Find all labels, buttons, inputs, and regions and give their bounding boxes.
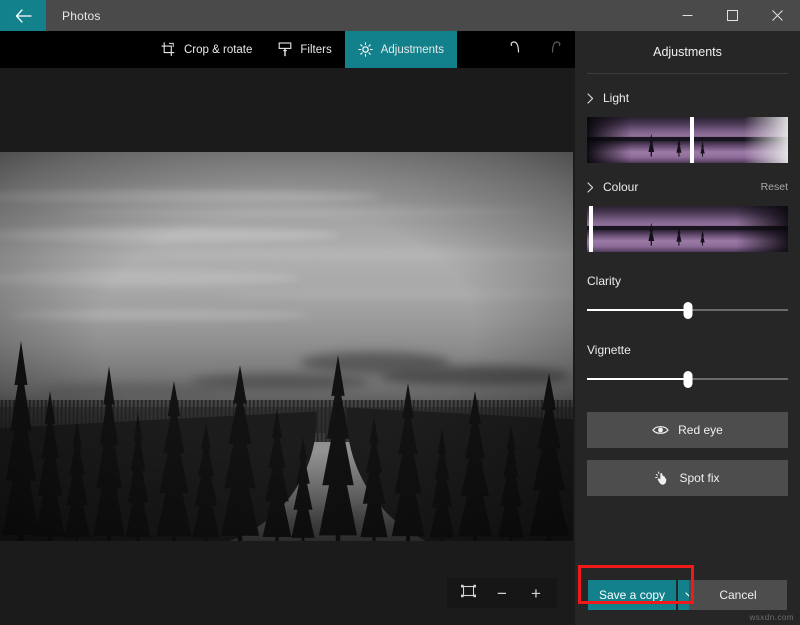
save-a-copy-group: Save a copy bbox=[588, 580, 702, 610]
vignette-slider-thumb[interactable] bbox=[683, 371, 692, 388]
window-controls bbox=[665, 0, 800, 31]
photo-stage: − + bbox=[0, 68, 575, 625]
maximize-button[interactable] bbox=[710, 0, 755, 31]
close-icon bbox=[772, 10, 783, 21]
vignette-slider-block: Vignette bbox=[587, 343, 788, 390]
colour-reset-link[interactable]: Reset bbox=[761, 181, 788, 193]
clarity-slider-block: Clarity bbox=[587, 274, 788, 321]
crop-rotate-icon bbox=[161, 42, 176, 57]
colour-slider-strip[interactable] bbox=[587, 206, 788, 252]
minimize-button[interactable] bbox=[665, 0, 710, 31]
photo-foreground-trees bbox=[0, 331, 573, 541]
red-eye-button[interactable]: Red eye bbox=[587, 412, 788, 448]
clarity-slider[interactable] bbox=[587, 299, 788, 321]
section-header-light[interactable]: Light bbox=[587, 84, 788, 112]
maximize-icon bbox=[727, 10, 738, 21]
fit-to-screen-button[interactable] bbox=[451, 578, 485, 608]
clarity-slider-thumb[interactable] bbox=[683, 302, 692, 319]
spot-fix-button[interactable]: Spot fix bbox=[587, 460, 788, 496]
plus-icon: + bbox=[531, 585, 541, 602]
tab-adjustments[interactable]: Adjustments bbox=[345, 31, 457, 68]
colour-slider-handle[interactable] bbox=[589, 206, 593, 252]
back-arrow-icon bbox=[15, 9, 32, 23]
cancel-label: Cancel bbox=[719, 588, 756, 602]
command-bar-spacer bbox=[0, 31, 148, 68]
photo-canvas[interactable] bbox=[0, 152, 573, 541]
history-controls bbox=[495, 31, 575, 68]
save-a-copy-button[interactable]: Save a copy bbox=[588, 580, 676, 610]
tab-crop-rotate-label: Crop & rotate bbox=[184, 44, 252, 56]
cancel-button[interactable]: Cancel bbox=[689, 580, 787, 610]
undo-icon bbox=[507, 39, 524, 60]
undo-button[interactable] bbox=[495, 31, 535, 68]
vignette-rail-filled bbox=[587, 378, 688, 380]
section-label-colour: Colour bbox=[603, 180, 638, 194]
light-strip-preview bbox=[587, 117, 788, 163]
brightness-icon bbox=[358, 42, 373, 57]
filters-icon bbox=[278, 42, 292, 57]
redo-button[interactable] bbox=[535, 31, 575, 68]
red-eye-label: Red eye bbox=[678, 423, 723, 437]
light-slider-handle[interactable] bbox=[690, 117, 694, 163]
colour-strip-preview bbox=[587, 206, 788, 252]
panel-divider bbox=[587, 73, 788, 74]
clarity-rail-filled bbox=[587, 309, 688, 311]
command-bar: Crop & rotate Filters bbox=[0, 31, 575, 68]
spot-fix-label: Spot fix bbox=[679, 471, 719, 485]
panel-title: Adjustments bbox=[575, 35, 800, 69]
vignette-label: Vignette bbox=[587, 343, 788, 357]
minus-icon: − bbox=[497, 585, 507, 602]
tab-filters[interactable]: Filters bbox=[265, 31, 344, 68]
redo-icon bbox=[547, 39, 564, 60]
light-slider-strip[interactable] bbox=[587, 117, 788, 163]
save-a-copy-label: Save a copy bbox=[599, 588, 665, 602]
tab-filters-label: Filters bbox=[300, 44, 331, 56]
eye-icon bbox=[652, 424, 669, 436]
zoom-in-button[interactable]: + bbox=[519, 578, 553, 608]
adjustments-panel: Adjustments Light bbox=[575, 31, 800, 625]
chevron-right-icon bbox=[587, 182, 600, 193]
tab-crop-rotate[interactable]: Crop & rotate bbox=[148, 31, 265, 68]
back-button[interactable] bbox=[0, 0, 46, 31]
photos-app-window: Photos bbox=[0, 0, 800, 625]
tab-adjustments-label: Adjustments bbox=[381, 44, 444, 56]
hand-tap-icon bbox=[655, 471, 670, 486]
minimize-icon bbox=[682, 10, 693, 21]
app-title: Photos bbox=[46, 0, 101, 31]
section-label-light: Light bbox=[603, 91, 629, 105]
clarity-label: Clarity bbox=[587, 274, 788, 288]
zoom-controls: − + bbox=[447, 578, 557, 608]
section-header-colour[interactable]: Colour Reset bbox=[587, 173, 788, 201]
panel-body: Light bbox=[575, 84, 800, 496]
zoom-out-button[interactable]: − bbox=[485, 578, 519, 608]
fit-to-screen-icon bbox=[461, 584, 476, 603]
title-bar: Photos bbox=[0, 0, 800, 31]
close-button[interactable] bbox=[755, 0, 800, 31]
chevron-right-icon bbox=[587, 93, 600, 104]
watermark: wsxdn.com bbox=[749, 613, 794, 622]
vignette-slider[interactable] bbox=[587, 368, 788, 390]
